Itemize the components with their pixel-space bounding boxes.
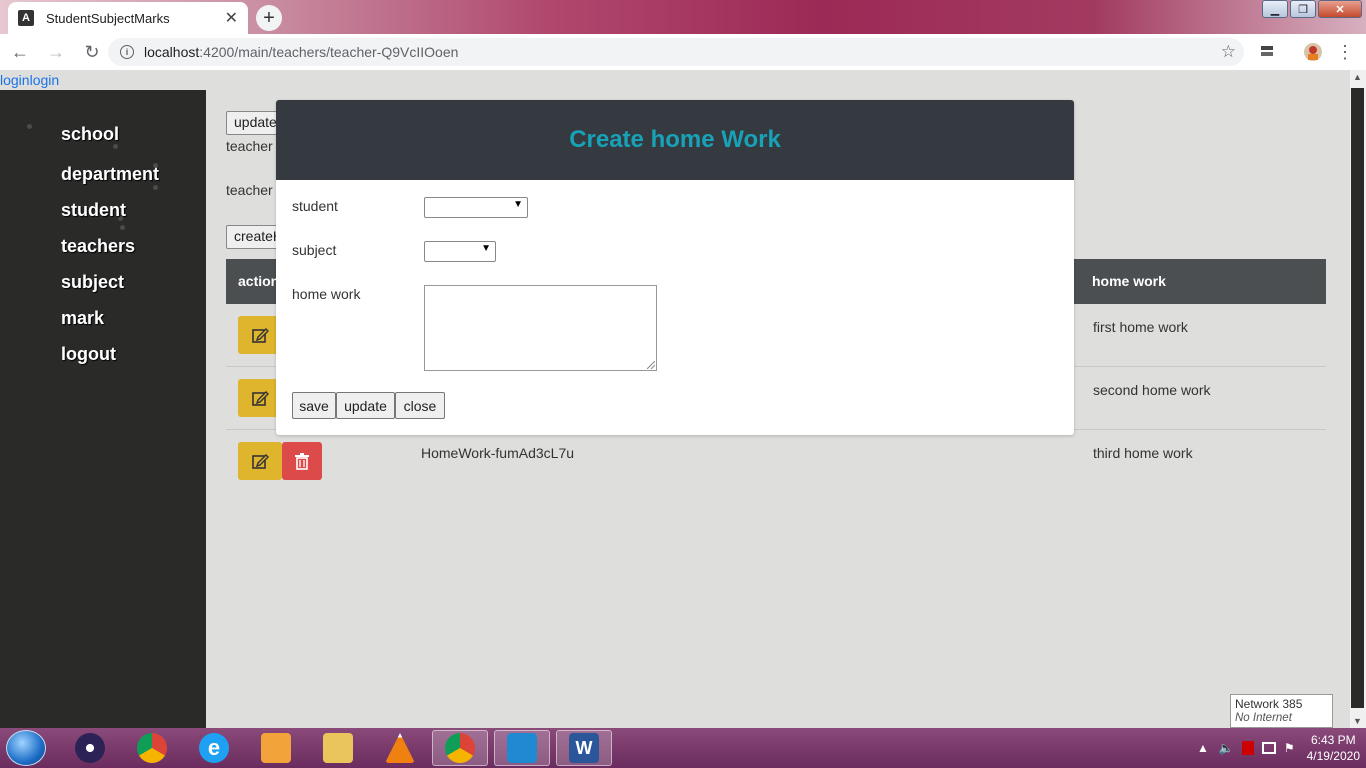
browser-toolbar: ← → ↻ i localhost:4200/main/teachers/tea…	[0, 34, 1366, 70]
sidebar-item-student[interactable]: student	[61, 200, 126, 221]
window-controls: ▁ ❐ ✕	[1260, 0, 1362, 18]
clock[interactable]: 6:43 PM 4/19/2020	[1307, 732, 1360, 764]
show-hidden-icons-icon[interactable]: ▲	[1197, 741, 1209, 755]
browser-tab[interactable]: A StudentSubjectMarks ✕	[8, 2, 248, 34]
network-icon[interactable]	[1261, 742, 1276, 754]
media-player-icon[interactable]	[248, 730, 304, 766]
network-tooltip: Network 385 No Internet access	[1230, 694, 1333, 738]
action-center-flag-icon[interactable]: ⚑	[1284, 741, 1295, 755]
menu-kebab-icon[interactable]: ⋮	[1335, 42, 1355, 62]
extension-icon[interactable]	[1257, 42, 1277, 62]
close-tab-icon[interactable]: ✕	[225, 8, 238, 28]
internet-explorer-icon[interactable]: e	[186, 730, 242, 766]
homework-text: second home work	[1093, 382, 1211, 398]
resize-handle-icon[interactable]	[647, 361, 655, 369]
profile-avatar[interactable]	[1303, 42, 1323, 62]
edit-icon	[252, 454, 269, 469]
homework-text: third home work	[1093, 445, 1193, 461]
sidebar-item-logout[interactable]: logout	[61, 344, 116, 365]
student-label: student	[292, 198, 338, 214]
edit-icon	[252, 328, 269, 343]
vlc-icon[interactable]	[372, 730, 428, 766]
chrome-active-icon[interactable]	[432, 730, 488, 766]
scroll-down-icon[interactable]: ▼	[1353, 716, 1362, 726]
column-header-action: action	[238, 273, 280, 289]
windows-taskbar: e W ▲ 🔈 ⚑ 6:43 PM 4/19/2020	[0, 728, 1366, 768]
word-icon[interactable]: W	[556, 730, 612, 766]
homework-textarea[interactable]	[424, 285, 657, 371]
scrollbar-thumb[interactable]	[1351, 88, 1364, 708]
trash-icon	[295, 453, 309, 470]
security-icon[interactable]	[1241, 741, 1254, 755]
url-text: localhost:4200/main/teachers/teacher-Q9V…	[144, 44, 459, 60]
page-scrollbar[interactable]: ▲ ▼	[1350, 70, 1366, 728]
homework-label: home work	[292, 286, 361, 302]
tab-title: StudentSubjectMarks	[46, 10, 170, 26]
forward-icon[interactable]: →	[40, 36, 72, 68]
create-homework-modal: Create home Work student ▼ subject ▼ hom…	[276, 100, 1074, 435]
decorative-dot	[120, 225, 125, 230]
save-button[interactable]: save	[292, 392, 336, 419]
browser-tabstrip: A StudentSubjectMarks ✕ + ▁ ❐ ✕	[0, 0, 1366, 34]
modal-header: Create home Work	[276, 100, 1074, 180]
sidebar-item-department[interactable]: department	[61, 164, 159, 185]
system-tray: ▲ 🔈 ⚑ 6:43 PM 4/19/2020	[1197, 728, 1360, 768]
reload-icon[interactable]: ↻	[76, 36, 108, 68]
update-button[interactable]: update	[336, 392, 395, 419]
edit-icon	[252, 391, 269, 406]
login-link[interactable]: loginlogin	[0, 72, 59, 88]
sidebar-item-mark[interactable]: mark	[61, 308, 104, 329]
sidebar-item-subject[interactable]: subject	[61, 272, 124, 293]
info-icon[interactable]: i	[120, 45, 134, 59]
network-title: Network 385	[1235, 697, 1303, 711]
student-select[interactable]: ▼	[424, 197, 528, 218]
column-header-homework: home work	[1092, 273, 1166, 289]
address-bar[interactable]: i localhost:4200/main/teachers/teacher-Q…	[108, 38, 1244, 66]
subject-label: subject	[292, 242, 337, 258]
modal-title: Create home Work	[569, 126, 781, 153]
homework-text: first home work	[1093, 319, 1188, 335]
close-window-button[interactable]: ✕	[1318, 0, 1362, 18]
clock-date: 4/19/2020	[1306, 749, 1360, 763]
bookmark-star-icon[interactable]: ☆	[1221, 42, 1236, 62]
homework-id: HomeWork-fumAd3cL7u	[421, 445, 575, 461]
back-icon[interactable]: ←	[4, 36, 36, 68]
scroll-up-icon[interactable]: ▲	[1353, 72, 1362, 82]
decorative-dot	[27, 124, 32, 129]
table-row: HomeWork-fumAd3cL7u third home work	[226, 430, 1326, 493]
sidebar-item-teachers[interactable]: teachers	[61, 236, 135, 257]
decorative-dot	[153, 185, 158, 190]
maximize-button[interactable]: ❐	[1290, 0, 1316, 18]
angular-icon: A	[18, 10, 34, 26]
clock-time: 6:43 PM	[1310, 733, 1356, 747]
teacher-label: teacher	[226, 182, 273, 198]
volume-icon[interactable]: 🔈	[1219, 741, 1234, 755]
minimize-button[interactable]: ▁	[1262, 0, 1288, 18]
new-tab-button[interactable]: +	[256, 5, 282, 31]
edit-button[interactable]	[238, 442, 282, 480]
file-explorer-icon[interactable]	[310, 730, 366, 766]
start-button[interactable]	[6, 730, 46, 766]
eclipse-icon[interactable]	[62, 730, 118, 766]
vscode-icon[interactable]	[494, 730, 550, 766]
subject-select[interactable]: ▼	[424, 241, 496, 262]
close-button[interactable]: close	[395, 392, 445, 419]
teacher-label: teacher	[226, 138, 273, 154]
sidebar: school department student teachers subje…	[0, 90, 206, 728]
delete-button[interactable]	[282, 442, 322, 480]
dropdown-arrow-icon: ▼	[513, 199, 523, 210]
sidebar-item-school[interactable]: school	[61, 124, 119, 145]
chrome-icon[interactable]	[124, 730, 180, 766]
dropdown-arrow-icon: ▼	[481, 243, 491, 254]
